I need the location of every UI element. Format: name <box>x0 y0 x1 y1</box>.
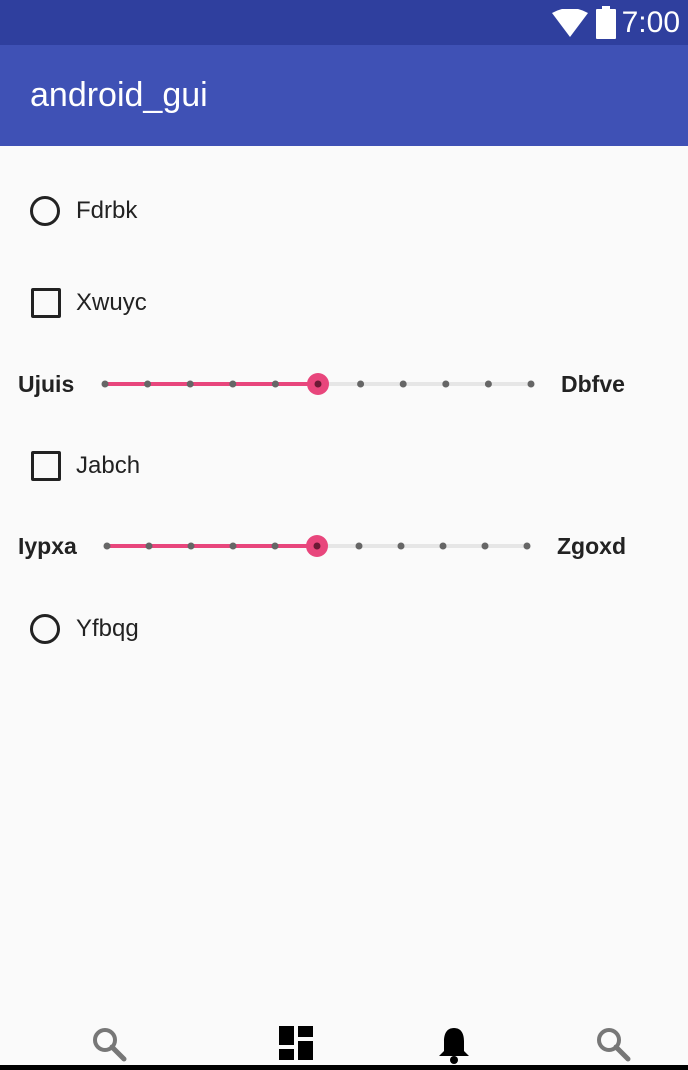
radio-label: Yfbqg <box>76 615 139 642</box>
seekbar-tick <box>186 380 194 388</box>
checkbox-option-1[interactable]: Xwuyc <box>0 285 688 325</box>
radio-label: Fdrbk <box>76 197 138 224</box>
radio-option-1[interactable]: Fdrbk <box>0 193 688 233</box>
bottom-navigation <box>0 1010 688 1070</box>
search-icon[interactable] <box>91 1026 127 1062</box>
checkbox-label: Jabch <box>76 452 141 479</box>
seekbar-row-1: Ujuis Dbfve <box>0 366 688 406</box>
seekbar-tick <box>439 542 447 550</box>
battery-icon <box>596 6 616 39</box>
status-bar: 7:00 <box>0 0 688 45</box>
radio-button[interactable] <box>30 196 60 226</box>
seekbar-tick <box>145 542 153 550</box>
seekbar-tick <box>101 380 109 388</box>
dashboard-icon[interactable] <box>279 1026 313 1060</box>
seekbar-tick <box>271 542 279 550</box>
checkbox[interactable] <box>31 451 61 481</box>
seekbar-tick <box>271 380 279 388</box>
seekbar-tick <box>144 380 152 388</box>
seekbar-tick <box>357 380 365 388</box>
seekbar-tick <box>484 380 492 388</box>
status-time: 7:00 <box>621 6 680 39</box>
seekbar-tick <box>314 380 322 388</box>
app-title: android_gui <box>30 76 208 114</box>
wifi-icon <box>552 9 588 37</box>
seekbar-max-label: Dbfve <box>561 371 625 397</box>
checkbox-option-2[interactable]: Jabch <box>0 448 688 488</box>
seekbar-tick <box>229 542 237 550</box>
seekbar-tick <box>187 542 195 550</box>
app-bar: android_gui <box>0 45 688 146</box>
checkbox-label: Xwuyc <box>76 289 147 316</box>
seekbar-tick <box>103 542 111 550</box>
seekbar-tick <box>355 542 363 550</box>
checkbox[interactable] <box>31 288 61 318</box>
seekbar-tick <box>397 542 405 550</box>
seekbar-tick <box>481 542 489 550</box>
seekbar-row-2: Iypxa Zgoxd <box>0 528 688 568</box>
seekbar-tick <box>527 380 535 388</box>
seekbar-tick <box>229 380 237 388</box>
seekbar-tick <box>399 380 407 388</box>
seekbar-tick <box>523 542 531 550</box>
seekbar-tick <box>313 542 321 550</box>
search-icon[interactable] <box>595 1026 631 1062</box>
bottom-edge <box>0 1065 688 1070</box>
radio-button[interactable] <box>30 614 60 644</box>
notifications-icon[interactable] <box>438 1026 470 1064</box>
seekbar-max-label: Zgoxd <box>557 533 626 559</box>
radio-option-2[interactable]: Yfbqg <box>0 611 688 651</box>
seekbar-tick <box>442 380 450 388</box>
